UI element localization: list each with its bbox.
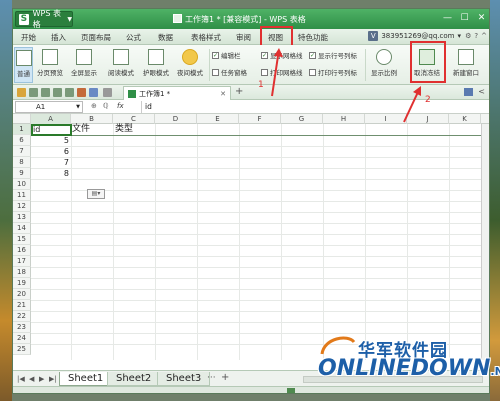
watermark-en-wrap: ONLINEDOWN.NET <box>318 356 500 381</box>
watermark-en: ONLINEDOWN <box>318 356 491 381</box>
step-label-2: 2 <box>425 95 431 105</box>
watermark: 华军软件园 ONLINEDOWN.NET <box>318 336 500 394</box>
watermark-swirl-icon <box>320 336 356 355</box>
watermark-suffix: .NET <box>490 365 500 378</box>
arrow-to-unfreeze <box>403 91 419 123</box>
step-label-1: 1 <box>258 80 264 90</box>
arrow-to-view-menu <box>271 55 279 97</box>
arrowhead-icon <box>274 48 283 57</box>
